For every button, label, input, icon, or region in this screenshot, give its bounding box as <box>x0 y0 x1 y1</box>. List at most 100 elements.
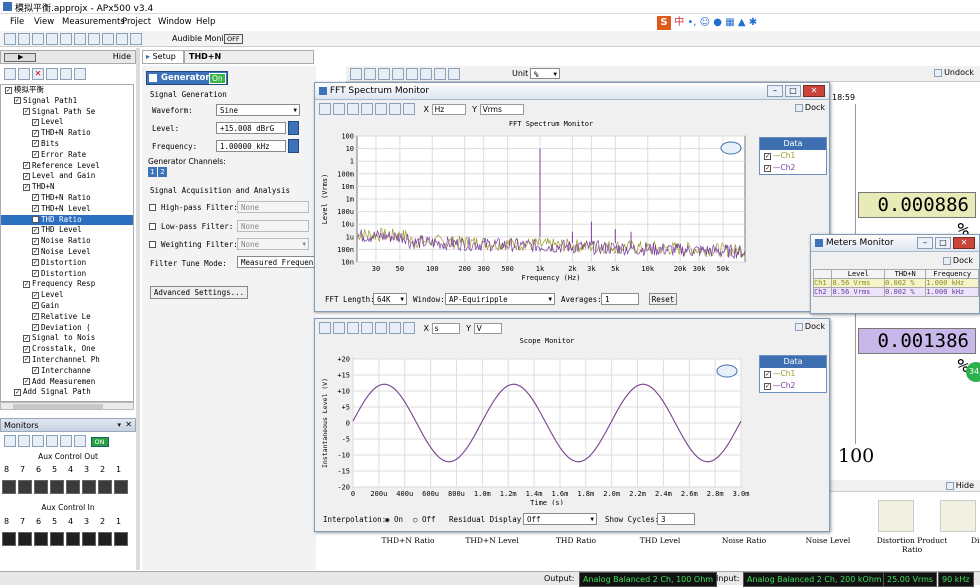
tree-item[interactable]: ✓ Signal Path1 <box>1 96 133 107</box>
green-circle-badge[interactable]: 34 <box>966 362 980 382</box>
tree-item[interactable]: ✓ THD+N Ratio <box>1 193 133 204</box>
tree-item[interactable]: ✓ Noise Level <box>1 247 133 258</box>
tree-item[interactable]: ✓ Add Measuremen <box>1 377 133 388</box>
tree-item-checkbox[interactable]: ✓ <box>32 248 39 256</box>
new-icon[interactable] <box>4 33 16 45</box>
monitor-level-icon[interactable] <box>74 435 86 447</box>
menu-window[interactable]: Window <box>158 15 192 29</box>
fft-plot[interactable]: FFT Spectrum Monitor 100 10 1 100m 10m 1m 100u 1… <box>317 118 827 288</box>
result-tab[interactable]: Noise Ratio <box>704 536 784 545</box>
scope-dock-button[interactable]: Dock <box>794 322 825 331</box>
scope-save-icon[interactable] <box>319 322 331 334</box>
tree-item[interactable]: ✓ 模拟平衡 <box>1 85 133 96</box>
fft-close-button[interactable]: ✕ <box>803 85 825 97</box>
monitors-close-icon[interactable]: ✕ <box>125 420 132 429</box>
thumb-distortion-level[interactable] <box>940 500 976 532</box>
tree-item[interactable]: ✓ Frequency Resp <box>1 279 133 290</box>
fft-reset-button[interactable]: Reset <box>649 293 677 305</box>
tree-scrollbar[interactable] <box>0 402 134 410</box>
tree-item[interactable]: ✓ Interchannel Ph <box>1 355 133 366</box>
meters-titlebar[interactable]: Meters Monitor – □ ✕ <box>811 235 979 252</box>
monitor-on-badge[interactable]: ON <box>90 436 109 447</box>
scope-legend-ch1[interactable]: ✓ —Ch1 <box>760 368 826 380</box>
ime-voice-icon[interactable]: ● <box>713 17 722 28</box>
tree-item[interactable]: ✓ Add Signal Path <box>1 387 133 398</box>
result-tab[interactable]: THD Ratio <box>536 536 616 545</box>
spectrum-icon[interactable] <box>116 33 128 45</box>
fft-options-icon[interactable] <box>403 103 415 115</box>
frequency-input[interactable]: 1.00000 kHz <box>216 140 286 152</box>
interpolation-off-radio[interactable]: ○ Off <box>413 515 436 524</box>
ime-toolbar[interactable]: S 中 •, ☺ ● ▦ ▲ ✱ <box>657 13 777 30</box>
interpolation-on-radio[interactable]: ◉ On <box>385 515 403 524</box>
undock-button[interactable]: Undock <box>934 68 974 77</box>
ime-logo-icon[interactable]: S <box>657 16 671 30</box>
result-tab[interactable]: Distortion Le <box>956 536 980 545</box>
ime-skin-icon[interactable]: ▲ <box>738 17 746 28</box>
tree-item-checkbox[interactable]: ✓ <box>23 334 30 342</box>
menu-file[interactable]: File <box>10 15 24 29</box>
export-icon[interactable] <box>46 33 58 45</box>
tree-item-checkbox[interactable]: ✓ <box>32 367 39 375</box>
tree-item[interactable]: ✓ Level and Gain <box>1 171 133 182</box>
bg-cursor-icon[interactable] <box>420 68 432 80</box>
tree-item[interactable]: ✓ Signal to Nois <box>1 333 133 344</box>
tree-item-checkbox[interactable]: ✓ <box>32 302 39 310</box>
result-tab[interactable]: THD+N Ratio <box>368 536 448 545</box>
tree-item-checkbox[interactable]: ✓ <box>23 280 30 288</box>
tree-item-checkbox[interactable]: ✓ <box>32 140 39 148</box>
tree-item-checkbox[interactable]: ✓ <box>5 86 12 94</box>
monitor-graph-icon[interactable] <box>18 435 30 447</box>
tree-item-checkbox[interactable]: ✓ <box>32 270 39 278</box>
scope-print-icon[interactable] <box>347 322 359 334</box>
frequency-stepper[interactable] <box>288 139 299 153</box>
tree-item[interactable]: ✓ Crosstalk, One <box>1 344 133 355</box>
tree-item[interactable]: ✓ Distortion <box>1 269 133 280</box>
monitor-list-icon[interactable] <box>32 435 44 447</box>
weighting-checkbox[interactable] <box>149 241 156 248</box>
tree-item-checkbox[interactable]: ✓ <box>23 108 30 116</box>
menu-project[interactable]: Project <box>122 15 151 29</box>
monitor-ap-icon[interactable] <box>60 435 72 447</box>
nav-progress[interactable]: ▶ <box>4 53 36 62</box>
scope-options-icon[interactable] <box>403 322 415 334</box>
show-cycles-input[interactable]: 3 <box>657 513 695 525</box>
properties-icon[interactable] <box>74 68 86 80</box>
tree-item-checkbox[interactable]: ✓ <box>32 226 39 234</box>
tree-item-checkbox[interactable]: ✓ <box>32 313 39 321</box>
setup-tab[interactable]: ▸ Setup <box>142 50 184 64</box>
bg-print-icon[interactable] <box>378 68 390 80</box>
tree-item-checkbox[interactable]: ✓ <box>14 97 21 105</box>
fft-minimize-button[interactable]: – <box>767 85 783 97</box>
level-input[interactable]: +15.008 dBrG <box>216 122 286 134</box>
unit-select[interactable]: % ▼ <box>530 68 560 79</box>
paste-icon[interactable] <box>60 68 72 80</box>
generator-channel-1[interactable]: 1 <box>148 167 157 177</box>
menu-help[interactable]: Help <box>196 15 215 29</box>
tree-item[interactable]: ✓ Signal Path Se <box>1 107 133 118</box>
menu-measurements[interactable]: Measurements <box>62 15 125 29</box>
project-tree[interactable]: ✓ 模拟平衡 ✓ Signal Path1 ✓ Signal Path Se ✓ Level ✓… <box>0 84 134 402</box>
fft-averages-input[interactable]: 1 <box>601 293 639 305</box>
scope-zoom-icon[interactable] <box>361 322 373 334</box>
bg-save-icon[interactable] <box>350 68 362 80</box>
meters-close-button[interactable]: ✕ <box>953 237 975 249</box>
generator-on-toggle[interactable]: On <box>209 73 226 84</box>
tree-item[interactable]: ✓ THD+N Level <box>1 204 133 215</box>
tree-item-checkbox[interactable]: ✓ <box>23 356 30 364</box>
save-icon[interactable] <box>32 33 44 45</box>
sequence-icon[interactable] <box>88 33 100 45</box>
tree-item-checkbox[interactable]: ✓ <box>32 259 39 267</box>
tree-item-checkbox[interactable]: ✓ <box>32 151 39 159</box>
tree-item-checkbox[interactable]: ✓ <box>32 205 39 213</box>
scope-cursor-icon[interactable] <box>389 322 401 334</box>
tree-item-checkbox[interactable]: ✓ <box>32 237 39 245</box>
fft-dock-button[interactable]: Dock <box>794 103 825 112</box>
measurement-tab[interactable]: THD+N <box>184 50 314 64</box>
advanced-settings-button[interactable]: Advanced Settings... <box>150 286 248 299</box>
fft-fit-icon[interactable] <box>375 103 387 115</box>
result-tab[interactable]: Noise Level <box>788 536 868 545</box>
result-tab[interactable]: THD Level <box>620 536 700 545</box>
scope-copy-icon[interactable] <box>333 322 345 334</box>
open-icon[interactable] <box>18 33 30 45</box>
